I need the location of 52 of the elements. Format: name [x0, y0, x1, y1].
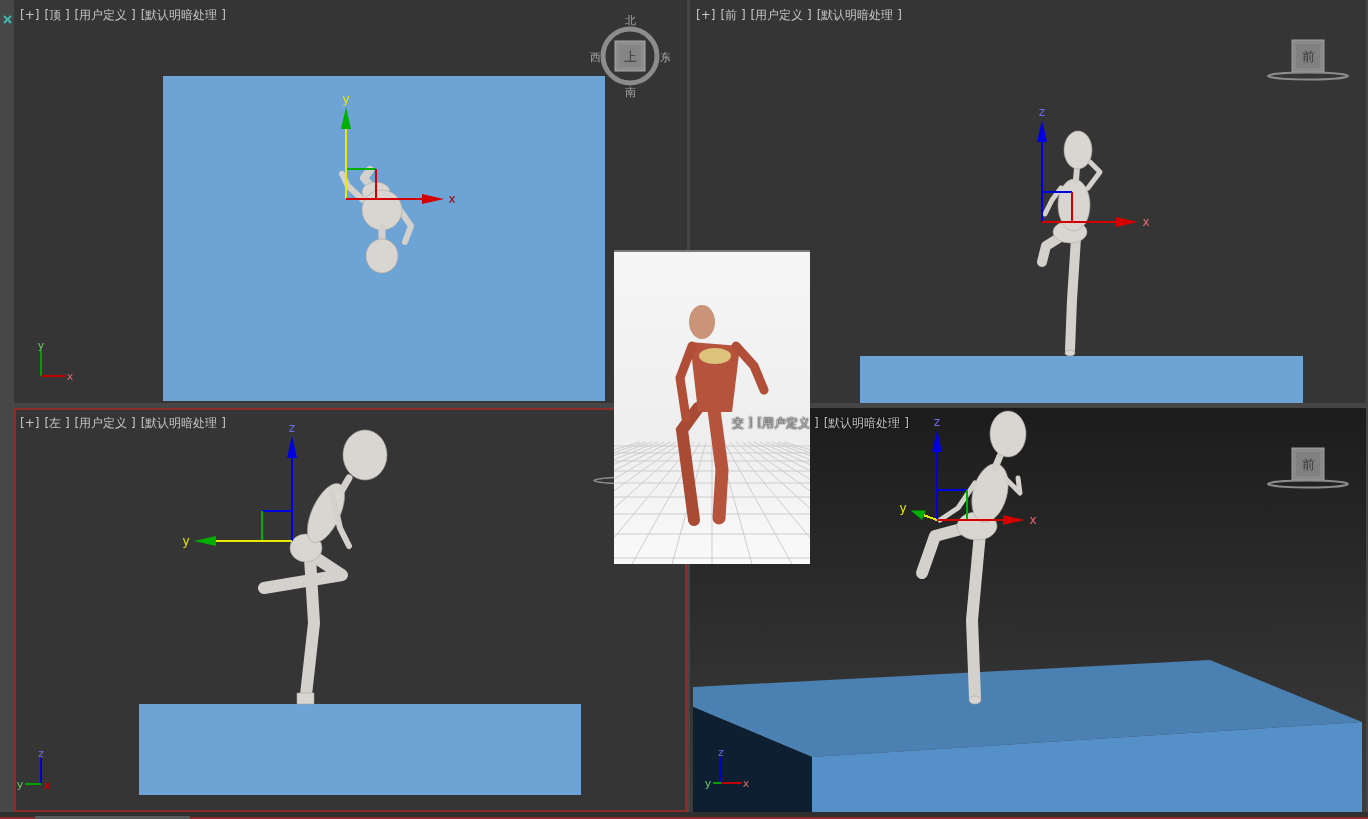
viewport-menu-label[interactable]: [+]: [696, 8, 716, 22]
viewport-menu-label[interactable]: [左 ]: [44, 416, 70, 430]
viewport-menu-label[interactable]: [默认明暗处理 ]: [816, 8, 902, 22]
viewport-panel[interactable]: [+] [左 ] [用户定义 ] [默认明暗处理 ] z y z y x: [14, 408, 687, 812]
axis-label: z: [38, 746, 44, 760]
axis-label: y: [37, 338, 45, 352]
axis-arrow[interactable]: [1041, 217, 1138, 227]
axis-arrow[interactable]: [910, 510, 938, 521]
axis-label: y: [899, 500, 907, 515]
cross-icon[interactable]: [2, 15, 12, 24]
axis-label: x: [1142, 215, 1150, 229]
viewcube-ring[interactable]: [593, 476, 615, 485]
viewport-panel[interactable]: [+] [顶 ] [用户定义 ] [默认明暗处理 ] 北 西 上 东 南 y x y x: [14, 0, 687, 403]
viewport-menu-label[interactable]: [+]: [20, 416, 40, 430]
axis-arrow[interactable]: [287, 436, 297, 542]
axis-label: x: [43, 778, 51, 792]
axis-arrow[interactable]: [194, 536, 293, 546]
viewport-menu-label[interactable]: [+]: [20, 8, 40, 22]
axis-label: x: [1029, 513, 1037, 527]
viewcube-ring[interactable]: [1267, 479, 1349, 489]
viewport-menu-label[interactable]: [用户定义 ]: [74, 8, 136, 22]
axis-label: y: [182, 534, 190, 548]
viewport-menu-label[interactable]: [用户定义 ]: [750, 8, 812, 22]
axis-label: z: [718, 745, 724, 759]
viewport-menu-label[interactable]: [顶 ]: [44, 8, 70, 22]
viewport-menu-label[interactable]: [默认明暗处理 ]: [823, 416, 909, 430]
viewport-panel[interactable]: [+] [前 ] [用户定义 ] [默认明暗处理 ] 前 z x: [690, 0, 1366, 403]
axis-arrow[interactable]: [936, 515, 1025, 525]
compass-label: 东: [659, 50, 670, 64]
axis-label: x: [66, 369, 74, 383]
plane-handle[interactable]: [936, 489, 968, 521]
axis-label: x: [742, 776, 750, 790]
plane-handle[interactable]: [261, 510, 293, 542]
axis-label: y: [342, 92, 350, 106]
viewport-menu-label[interactable]: [前 ]: [720, 8, 746, 22]
axis-label: z: [1038, 105, 1046, 119]
plane-handle[interactable]: [345, 168, 377, 200]
axis-label: z: [288, 421, 296, 435]
compass-ring[interactable]: [600, 26, 660, 86]
viewport-menu-label[interactable]: [用户定义 ]: [74, 416, 136, 430]
axis-label: z: [933, 415, 941, 429]
compass-label: 西: [590, 50, 601, 64]
axis-arrow[interactable]: [1037, 120, 1047, 223]
axis-label: x: [448, 192, 456, 206]
viewport-panel[interactable]: 交 ] [用户定义 ] [默认明暗处理 ] 前 z y x z y x: [690, 408, 1366, 812]
plane-handle[interactable]: [1041, 191, 1073, 223]
compass-label: 北: [624, 13, 636, 27]
viewport-menu-label[interactable]: [默认明暗处理 ]: [140, 416, 226, 430]
axis-label: y: [16, 777, 24, 791]
viewport-menu-label[interactable]: [默认明暗处理 ]: [140, 8, 226, 22]
axis-label: y: [704, 776, 712, 790]
compass-label: 南: [624, 85, 636, 98]
